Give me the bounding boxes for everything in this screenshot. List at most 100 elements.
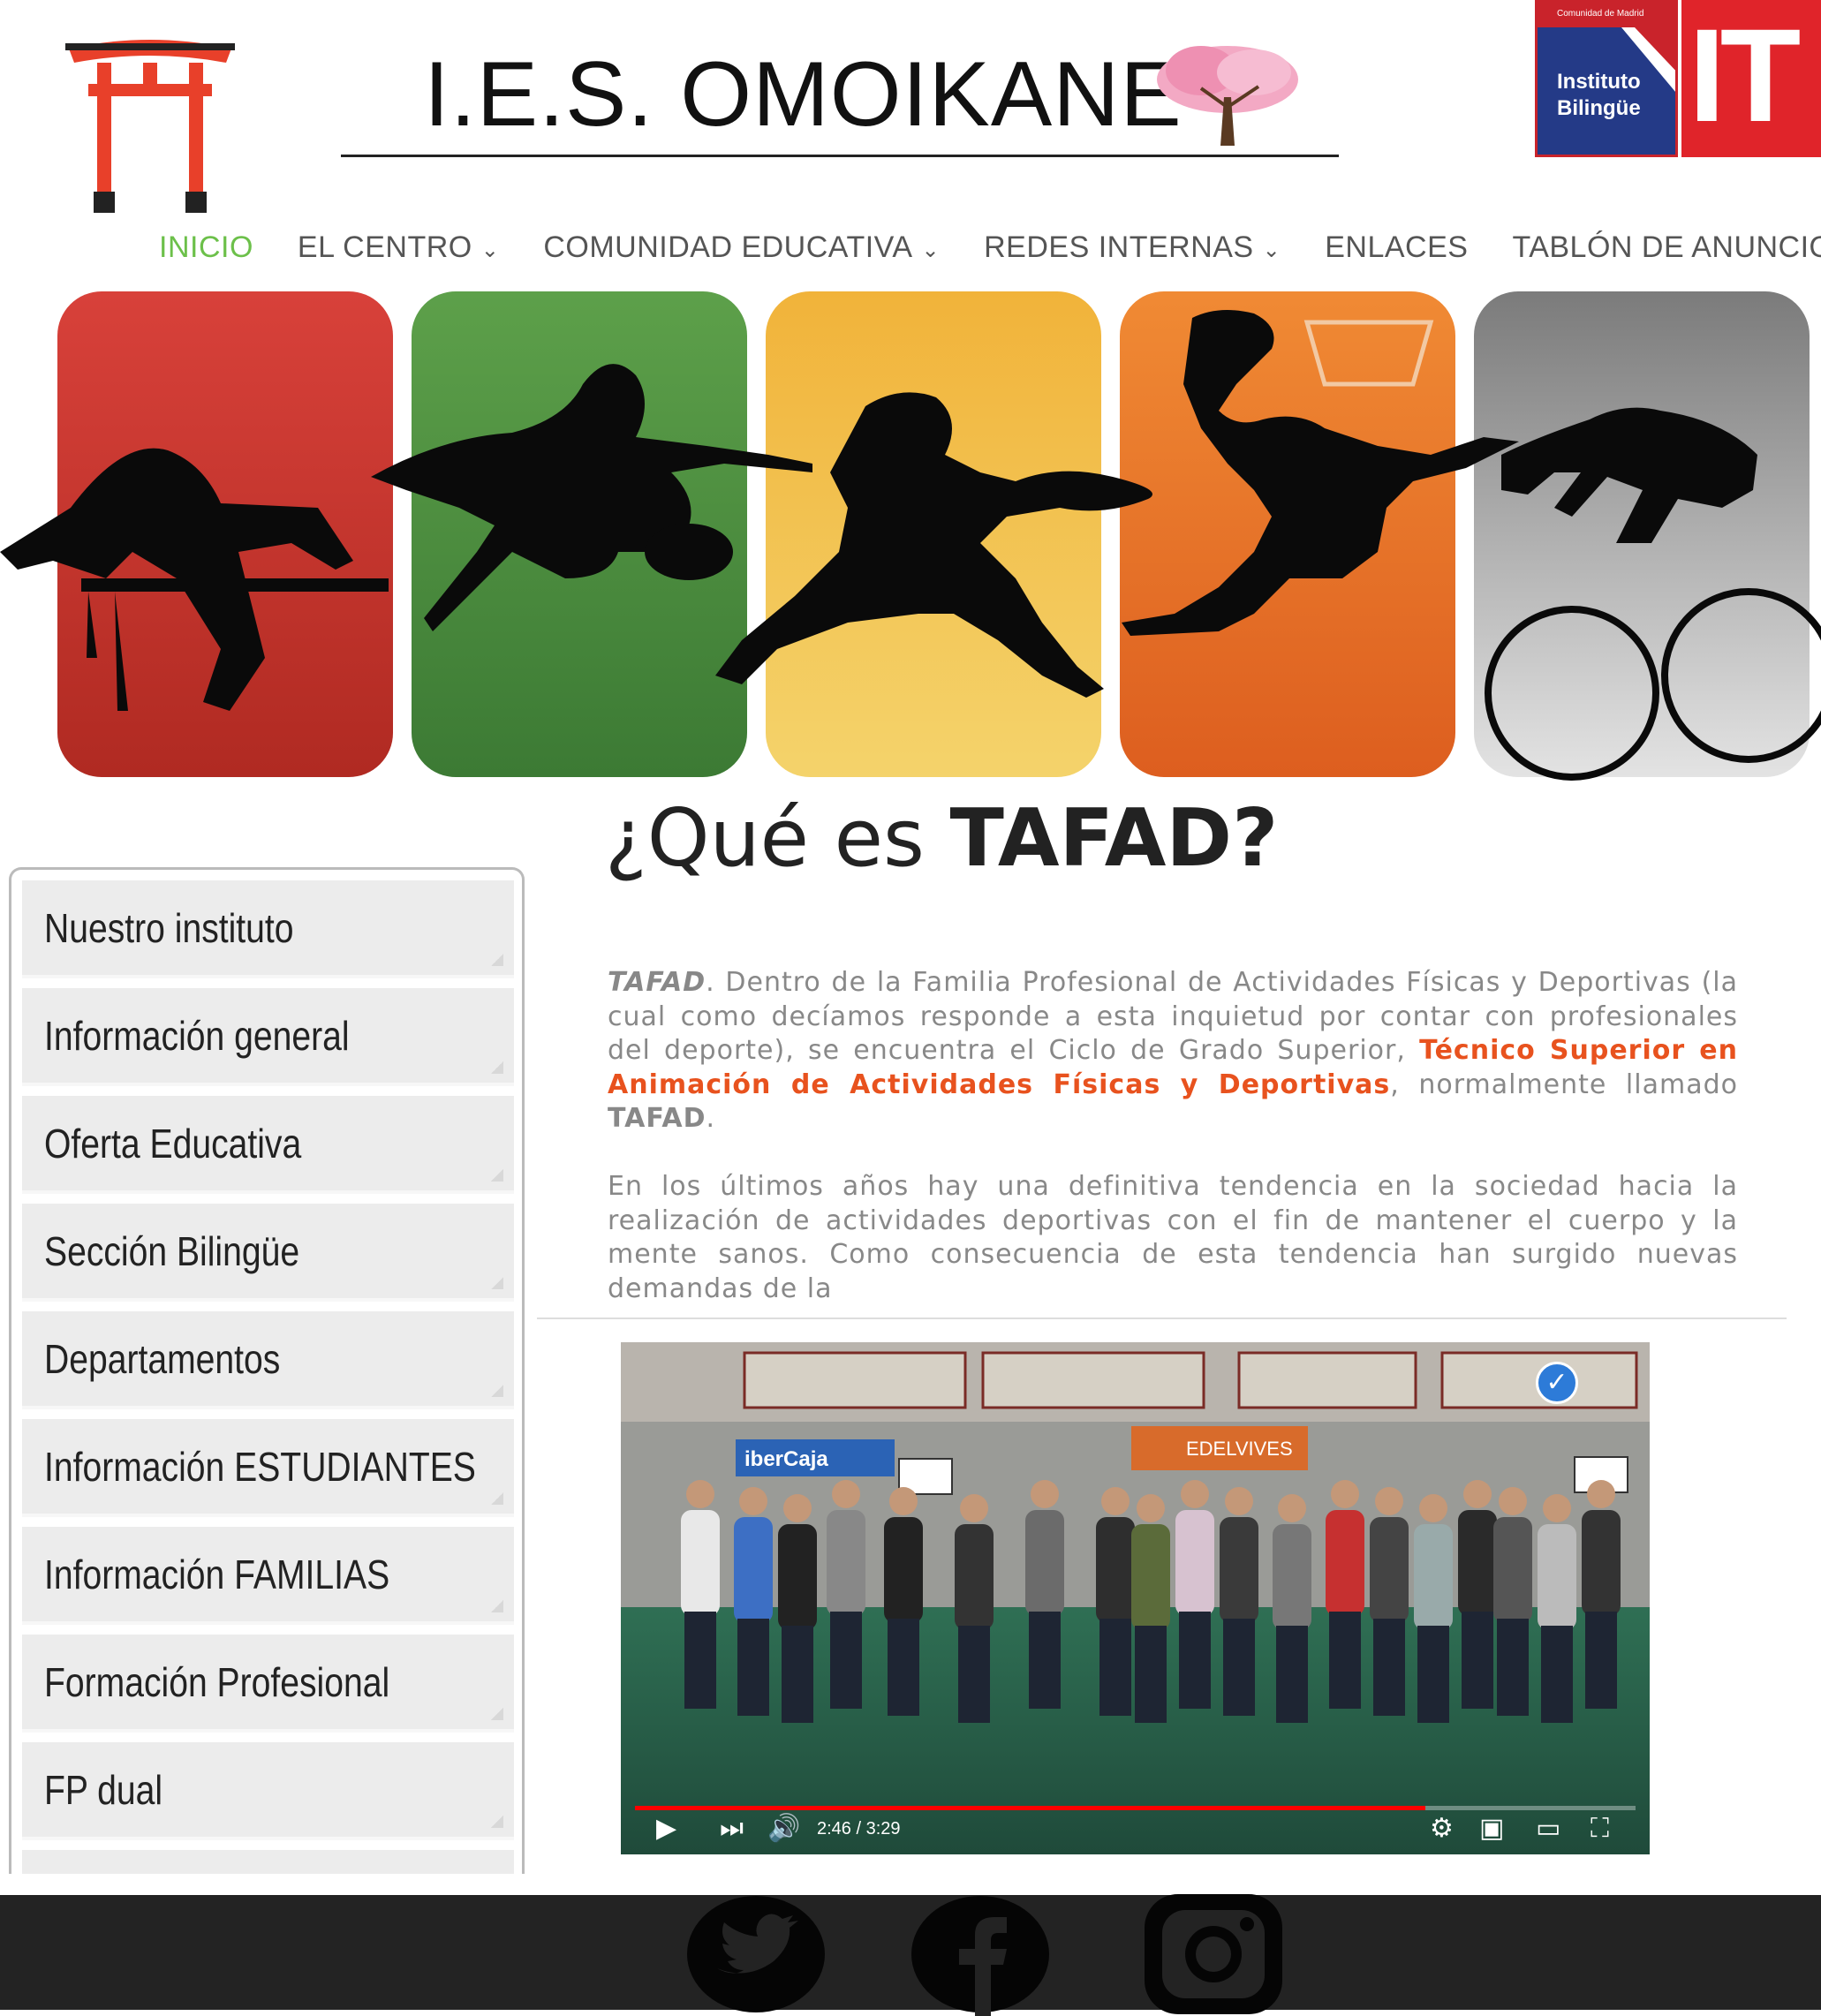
nav-item-label: INICIO — [159, 230, 253, 264]
student-legs — [1585, 1612, 1617, 1709]
badge-top-text: Comunidad de Madrid — [1557, 9, 1644, 19]
video-player[interactable]: iberCaja EDELVIVES ✓ ▶ ⏭ 🔊 2:46 / 3:29 ⚙… — [621, 1342, 1650, 1854]
nav-item-el-centro[interactable]: EL CENTRO ⌄ — [298, 225, 499, 269]
sidebar-item-información-estudiantes[interactable]: Información ESTUDIANTES — [22, 1419, 514, 1517]
sidebar-item-label: Formación Profesional — [44, 1659, 390, 1705]
title-divider — [341, 155, 1339, 157]
student-legs — [1462, 1612, 1493, 1709]
nav-item-inicio[interactable]: INICIO — [159, 225, 253, 269]
chevron-down-icon: ⌄ — [921, 238, 941, 262]
student-figure — [1582, 1510, 1621, 1616]
fullscreen-icon[interactable]: ⛶ — [1591, 1816, 1609, 1842]
resize-grip-icon — [491, 1169, 503, 1182]
student-head — [1137, 1494, 1165, 1522]
nav-item-label: COMUNIDAD EDUCATIVA — [543, 230, 913, 264]
student-figure — [1414, 1524, 1453, 1630]
resize-grip-icon — [491, 1492, 503, 1505]
nav-item-tablón-de-anuncios[interactable]: TABLÓN DE ANUNCIOS — [1512, 225, 1821, 269]
student-head — [1375, 1487, 1403, 1515]
student-figure — [1025, 1510, 1064, 1616]
video-frame: iberCaja EDELVIVES — [621, 1342, 1650, 1854]
content-divider — [537, 1318, 1787, 1319]
play-icon[interactable]: ▶ — [656, 1816, 676, 1842]
student-figure — [955, 1524, 994, 1630]
student-legs — [782, 1626, 813, 1723]
student-head — [1463, 1480, 1492, 1508]
sidebar-item-label: FP dual — [44, 1767, 163, 1813]
student-head — [686, 1480, 714, 1508]
instagram-icon[interactable] — [1143, 1892, 1284, 2016]
resize-grip-icon — [491, 1277, 503, 1289]
student-legs — [1329, 1612, 1361, 1709]
chevron-down-icon: ⌄ — [1262, 238, 1281, 262]
sidebar-item-label: Información FAMILIAS — [44, 1552, 390, 1597]
student-legs — [1179, 1612, 1211, 1709]
sidebar-item-label: Información general — [44, 1013, 350, 1059]
student-head — [1419, 1494, 1447, 1522]
student-legs — [1497, 1619, 1529, 1716]
twitter-icon[interactable] — [685, 1892, 827, 2016]
resize-grip-icon — [491, 1385, 503, 1397]
student-head — [889, 1487, 918, 1515]
it-logo[interactable]: IT — [1681, 0, 1821, 157]
sidebar-item-sección-bilingüe[interactable]: Sección Bilingüe — [22, 1204, 514, 1302]
student-head — [832, 1480, 860, 1508]
student-head — [1031, 1480, 1059, 1508]
student-legs — [830, 1612, 862, 1709]
chevron-down-icon: ⌄ — [480, 238, 500, 262]
sidebar-item-oferta-educativa[interactable]: Oferta Educativa — [22, 1096, 514, 1194]
settings-icon[interactable]: ⚙ — [1430, 1816, 1454, 1842]
student-legs — [684, 1612, 716, 1709]
student-head — [960, 1494, 988, 1522]
site-title[interactable]: I.E.S. OMOIKANE — [424, 49, 1183, 140]
student-figure — [1273, 1524, 1311, 1630]
sidebar-item-departamentos[interactable]: Departamentos — [22, 1311, 514, 1409]
bilingual-institute-badge[interactable]: Comunidad de Madrid Instituto Bilingüe — [1535, 0, 1678, 157]
student-head — [1499, 1487, 1527, 1515]
nav-item-enlaces[interactable]: ENLACES — [1325, 225, 1468, 269]
student-figure — [1175, 1510, 1214, 1616]
sidebar-item-información-familias[interactable]: Información FAMILIAS — [22, 1527, 514, 1625]
sponsor-ibercaja: iberCaja — [744, 1447, 828, 1471]
student-figure — [1458, 1510, 1497, 1616]
student-legs — [958, 1626, 990, 1723]
student-legs — [1099, 1619, 1131, 1716]
sidebar-item-partial[interactable] — [22, 1850, 514, 1874]
sidebar-item-label: Departamentos — [44, 1336, 281, 1382]
sidebar-item-fp-dual[interactable]: FP dual — [22, 1742, 514, 1840]
student-head — [783, 1494, 812, 1522]
miniplayer-icon[interactable]: ▣ — [1479, 1816, 1504, 1842]
student-head — [1101, 1487, 1130, 1515]
student-legs — [1417, 1626, 1449, 1723]
student-figure — [827, 1510, 865, 1616]
nav-item-label: TABLÓN DE ANUNCIOS — [1512, 230, 1821, 264]
nav-item-label: EL CENTRO — [297, 230, 472, 264]
student-head — [1587, 1480, 1615, 1508]
sidebar-item-nuestro-instituto[interactable]: Nuestro instituto — [22, 880, 514, 978]
student-head — [1543, 1494, 1571, 1522]
sidebar-item-información-general[interactable]: Información general — [22, 988, 514, 1086]
sidebar-item-formación-profesional[interactable]: Formación Profesional — [22, 1635, 514, 1733]
volume-icon[interactable]: 🔊 — [767, 1816, 800, 1842]
sponsor-edelvives: EDELVIVES — [1186, 1438, 1293, 1460]
main-navigation: INICIO EL CENTRO ⌄ COMUNIDAD EDUCATIVA ⌄ REDE… — [159, 225, 1821, 269]
progress-bar[interactable] — [635, 1806, 1636, 1810]
theater-icon[interactable]: ▭ — [1536, 1816, 1560, 1842]
nav-item-redes-internas[interactable]: REDES INTERNAS ⌄ — [984, 225, 1281, 269]
page-title: ¿Qué es TAFAD? — [605, 792, 1279, 885]
video-controls: ▶ ⏭ 🔊 2:46 / 3:29 ⚙ ▣ ▭ ⛶ — [621, 1793, 1650, 1854]
student-figure — [681, 1510, 720, 1616]
verified-check-icon: ✓ — [1536, 1362, 1578, 1404]
nav-item-label: ENLACES — [1325, 230, 1469, 264]
student-figure — [1131, 1524, 1170, 1630]
facebook-icon[interactable] — [910, 1892, 1051, 2016]
student-figure — [1220, 1517, 1258, 1623]
sidebar-item-label: Sección Bilingüe — [44, 1228, 300, 1274]
student-head — [1225, 1487, 1253, 1515]
nav-item-comunidad-educativa[interactable]: COMUNIDAD EDUCATIVA ⌄ — [543, 225, 940, 269]
student-figure — [1370, 1517, 1409, 1623]
student-head — [739, 1487, 767, 1515]
next-icon[interactable]: ⏭ — [720, 1816, 744, 1842]
nav-item-label: REDES INTERNAS — [984, 230, 1254, 264]
torii-gate-logo — [65, 40, 235, 213]
